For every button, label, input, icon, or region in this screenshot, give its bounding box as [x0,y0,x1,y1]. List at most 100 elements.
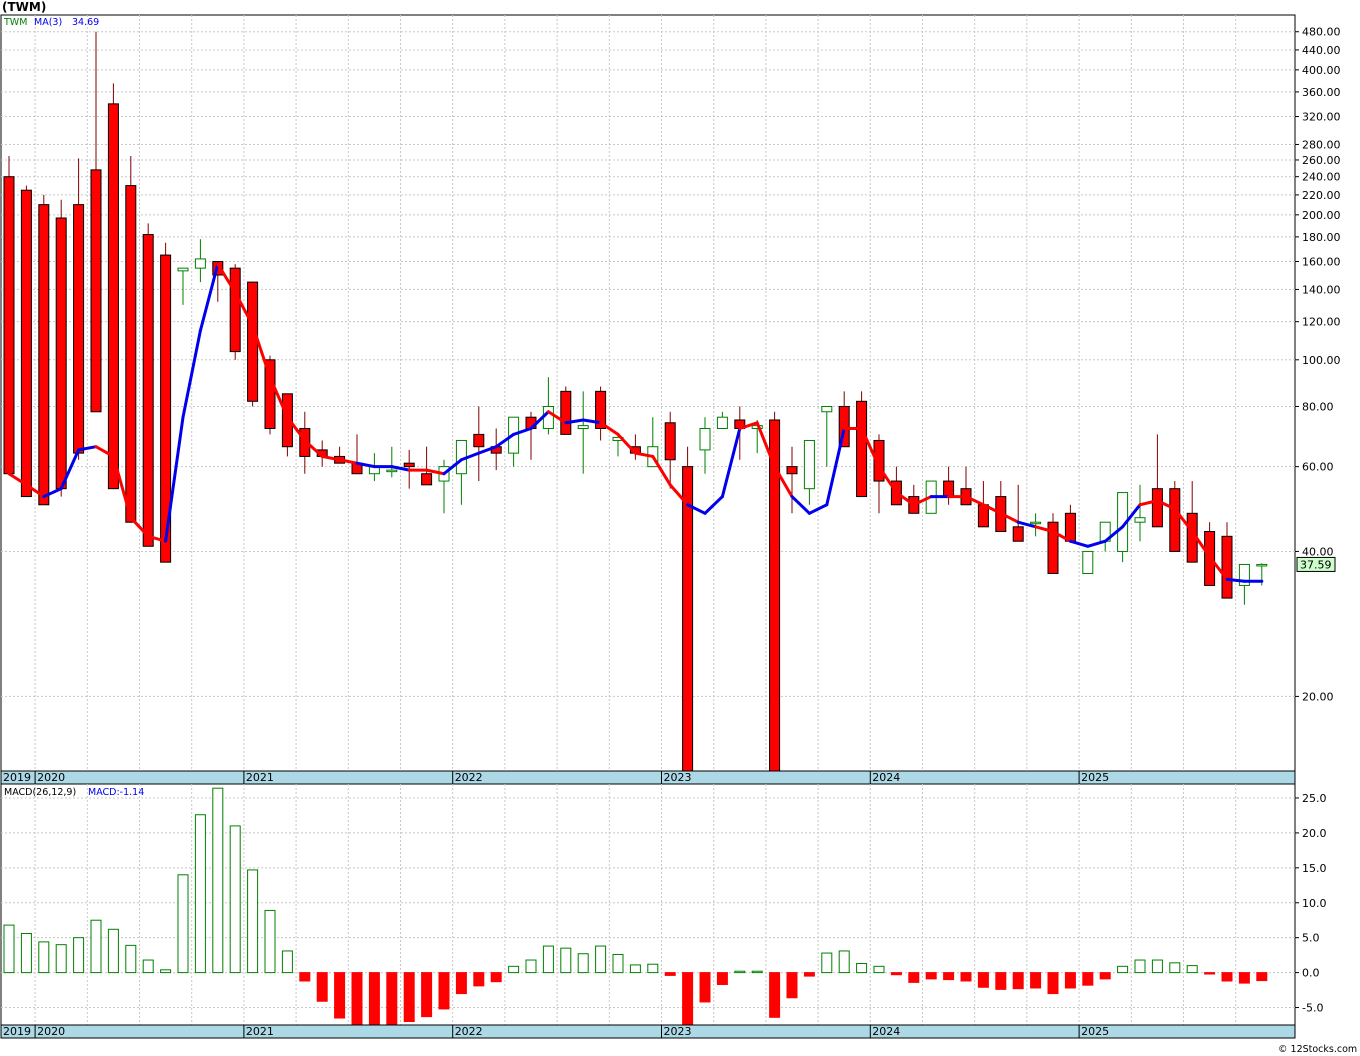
macd-bar-negative [1221,972,1233,982]
macd-bar-negative [386,972,398,1026]
price-tick-label: 260.00 [1302,154,1341,167]
candle-body-down [1012,526,1024,542]
macd-bar-positive [3,924,15,974]
macd-bar-negative [1238,972,1250,984]
candle [856,391,868,498]
chart-title: (TWM) [2,0,46,14]
candle-body-down [421,473,433,486]
macd-bar-positive [160,969,172,974]
candle-body-up [386,469,398,473]
macd-bar-negative [299,972,311,982]
macd-bar-positive [38,941,50,974]
price-legend: TWM MA(3) 34.69 [3,17,99,28]
macd-bar-positive [73,937,85,974]
candle [125,155,137,523]
candle-body-up [699,428,711,451]
candle-body-up [1082,550,1094,574]
macd-bar-positive [229,825,241,974]
ma-label: MA(3) [34,17,62,28]
ma-segment [1225,577,1246,583]
macd-bar-positive [838,950,850,974]
macd-bar-positive [247,869,259,974]
macd-bar-negative [664,972,676,976]
candle [682,446,694,772]
price-tick-label: 240.00 [1302,171,1341,184]
price-tick-label: 180.00 [1302,231,1341,244]
macd-bar-negative [421,972,433,1018]
candle-body-down [560,390,572,435]
watermark: © 12Stocks.com [1278,1044,1357,1055]
macd-bar-positive [107,928,119,974]
macd-bar-negative [455,972,467,995]
macd-tick-label: 25.0 [1302,792,1327,805]
candle-body-up [177,267,189,272]
macd-bar-negative [1064,972,1076,989]
macd-bar-positive [821,952,833,974]
macd-legend: MACD(26,12,9) MACD:-1.14 [4,787,144,798]
year-label: 2020 [37,1025,65,1038]
last-price-label: 37.59 [1300,558,1332,571]
macd-bar-positive [177,874,189,974]
macd-bar-negative [1099,972,1111,980]
macd-bar-negative [368,972,380,1026]
candle-body-down [664,422,676,461]
macd-bar-negative [890,972,902,976]
candle-body-down [786,466,798,475]
candle-body-up [194,258,206,269]
macd-bar-positive [629,964,641,974]
macd-bar-positive [1117,965,1129,974]
price-panel: 480.00 440.00 400.00 360.00 320.00 280.00 260.… [0,14,1341,785]
macd-tick-label: 0.0 [1302,967,1320,980]
candle-body-down [943,480,955,498]
macd-value: MACD:-1.14 [88,787,144,798]
macd-bar-positive [1151,959,1163,974]
candle [560,386,572,435]
macd-bar-negative [316,972,328,1002]
macd-tick-label: 20.0 [1302,827,1327,840]
price-tick-label: 280.00 [1302,138,1341,151]
candle [3,155,15,475]
candle-body-up [716,416,728,430]
candle [107,83,119,490]
year-label: 2023 [664,771,692,784]
year-label: 2020 [37,771,65,784]
macd-bar-positive [281,950,293,974]
candle-body-down [55,217,67,490]
macd-bar-negative [682,972,694,1026]
price-tick-label: 320.00 [1302,111,1341,124]
candle-body-down [1064,512,1076,542]
ma-value: 34.69 [72,17,99,28]
macd-bar-negative [403,972,415,1023]
candle [1047,513,1059,574]
year-label: 2023 [664,1025,692,1038]
macd-bar-negative [490,972,502,983]
candle-body-up [577,425,589,430]
macd-bar-negative [1012,972,1024,990]
candle-body-up [542,405,554,430]
macd-bar-positive [1169,962,1181,974]
candle [1082,550,1094,574]
macd-bar-positive [525,959,537,974]
macd-bar-positive [560,947,572,974]
macd-tick-label: -5.0 [1302,1002,1323,1015]
candle-body-down [90,169,102,413]
macd-tick-label: 10.0 [1302,897,1327,910]
macd-bar-negative [473,972,485,987]
macd-bar-positive [595,945,607,974]
price-tick-label: 20.00 [1302,690,1334,703]
macd-bar-positive [508,965,520,974]
macd-label: MACD(26,12,9) [4,787,76,798]
candle-body-down [142,234,154,547]
macd-bar-positive [194,814,206,974]
macd-tick-label: 5.0 [1302,932,1320,945]
candle-body-up [1256,563,1268,567]
year-label: 2024 [872,1025,900,1038]
year-label: 2019 [3,771,31,784]
candle-body-down [38,204,50,506]
macd-bar-negative [1047,972,1059,995]
macd-bar-negative [1030,972,1042,989]
macd-bar-negative [334,972,346,1019]
macd-bar-negative [351,972,363,1026]
macd-bar-negative [803,972,815,977]
year-label: 2021 [246,1025,274,1038]
